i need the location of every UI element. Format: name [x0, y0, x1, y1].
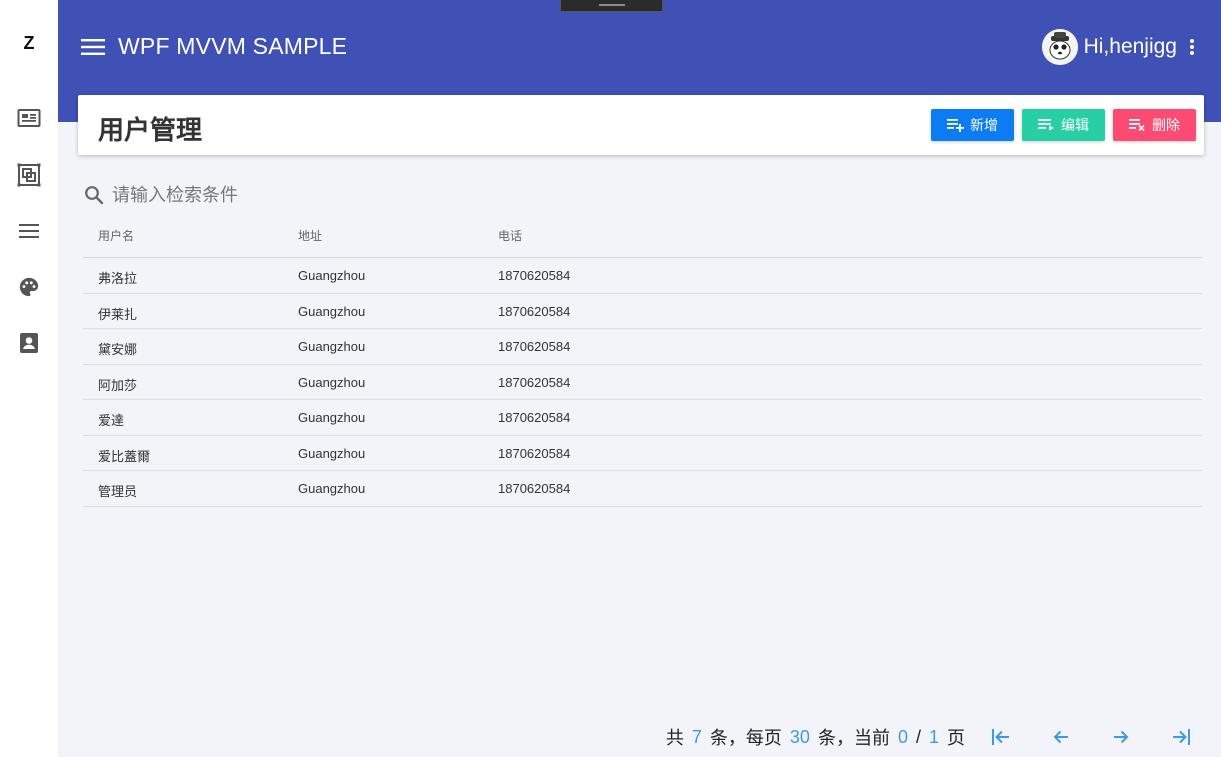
cell-username: 管理员 — [98, 484, 138, 499]
playlist-add-icon — [947, 118, 965, 132]
cell-username: 阿加莎 — [98, 377, 138, 393]
table-header: 用户名 地址 电话 — [83, 222, 1202, 258]
cell-address: Guangzhou — [298, 481, 366, 496]
column-header-address[interactable]: 地址 — [298, 227, 322, 244]
pager-separator: / — [915, 726, 921, 747]
window-drag-handle[interactable] — [560, 0, 663, 12]
add-button[interactable]: 新增 — [931, 109, 1014, 141]
cell-address: Guangzhou — [298, 410, 366, 425]
add-button-label: 新增 — [970, 117, 998, 133]
pager-total-prefix: 共 — [665, 728, 684, 748]
cell-phone: 1870620584 — [498, 374, 571, 390]
layers-icon[interactable] — [14, 160, 44, 190]
page-header-card: 用户管理 新增 编辑 删除 — [78, 95, 1204, 155]
cell-phone: 1870620584 — [498, 268, 571, 283]
last-page-icon[interactable] — [1161, 724, 1201, 750]
cell-phone: 1870620584 — [498, 481, 571, 496]
pager-current-page: 0 — [897, 726, 908, 747]
app-title: WPF MVVM SAMPLE — [118, 33, 348, 59]
cell-address: Guangzhou — [298, 303, 366, 319]
user-table: 用户名 地址 电话 弗洛拉 Guangzhou 1870620584 伊莱扎 G… — [83, 222, 1202, 507]
previous-page-icon[interactable] — [1041, 724, 1081, 750]
list-icon[interactable] — [14, 216, 44, 246]
table-row[interactable]: 爱比蓋爾 Guangzhou 1870620584 — [83, 436, 1202, 471]
cell-address: Guangzhou — [298, 374, 366, 390]
cell-username: 爱達 — [98, 413, 125, 428]
pagination: 共 7 条，每页 30 条，当前 0 / 1 页 — [664, 724, 1201, 750]
playlist-remove-icon — [1129, 118, 1147, 132]
table-row[interactable]: 管理员 Guangzhou 1870620584 — [83, 471, 1202, 507]
palette-icon[interactable] — [14, 272, 44, 302]
contact-icon[interactable] — [14, 328, 44, 358]
cell-phone: 1870620584 — [498, 303, 571, 319]
search-input[interactable] — [112, 184, 472, 206]
cell-phone: 1870620584 — [498, 445, 571, 461]
pager-page-size: 30 — [789, 726, 810, 747]
cell-address: Guangzhou — [298, 268, 366, 283]
table-row[interactable]: 黛安娜 Guangzhou 1870620584 — [83, 329, 1202, 365]
cell-username: 弗洛拉 — [98, 271, 138, 286]
cell-address: Guangzhou — [298, 339, 366, 354]
user-menu[interactable]: Hi,henjigg — [1041, 29, 1199, 65]
table-row[interactable]: 弗洛拉 Guangzhou 1870620584 — [83, 258, 1202, 294]
column-header-username[interactable]: 用户名 — [98, 227, 134, 244]
cell-phone: 1870620584 — [498, 339, 571, 354]
delete-button[interactable]: 删除 — [1113, 109, 1196, 141]
cell-address: Guangzhou — [298, 445, 366, 461]
playlist-edit-icon — [1038, 118, 1056, 132]
page-title: 用户管理 — [98, 115, 203, 145]
table-row[interactable]: 阿加莎 Guangzhou 1870620584 — [83, 365, 1202, 400]
search-icon — [83, 184, 105, 206]
first-page-icon[interactable] — [981, 724, 1021, 750]
pager-total-suffix: 条，每页 — [709, 728, 782, 748]
pager-page-size-suffix: 条，当前 — [817, 728, 890, 748]
sidebar: Z — [0, 0, 58, 757]
user-greeting: Hi,henjigg — [1083, 35, 1177, 58]
cell-username: 黛安娜 — [98, 342, 138, 357]
pager-total-pages: 1 — [928, 726, 939, 747]
kebab-icon[interactable] — [1185, 37, 1199, 57]
hamburger-icon[interactable] — [80, 34, 106, 60]
edit-button-label: 编辑 — [1061, 117, 1089, 133]
search-bar — [83, 180, 483, 210]
pager-pages-suffix: 页 — [947, 728, 965, 748]
column-header-phone[interactable]: 电话 — [498, 227, 522, 244]
dashboard-icon[interactable] — [14, 104, 44, 134]
pager-total-count: 7 — [691, 726, 702, 747]
table-row[interactable]: 爱達 Guangzhou 1870620584 — [83, 400, 1202, 436]
app-logo: Z — [23, 33, 35, 53]
delete-button-label: 删除 — [1152, 117, 1180, 133]
edit-button[interactable]: 编辑 — [1022, 109, 1105, 141]
avatar[interactable] — [1041, 29, 1078, 65]
table-row[interactable]: 伊莱扎 Guangzhou 1870620584 — [83, 294, 1202, 329]
cell-phone: 1870620584 — [498, 410, 571, 425]
cell-username: 爱比蓋爾 — [98, 448, 151, 464]
cell-username: 伊莱扎 — [98, 306, 138, 322]
next-page-icon[interactable] — [1101, 724, 1141, 750]
